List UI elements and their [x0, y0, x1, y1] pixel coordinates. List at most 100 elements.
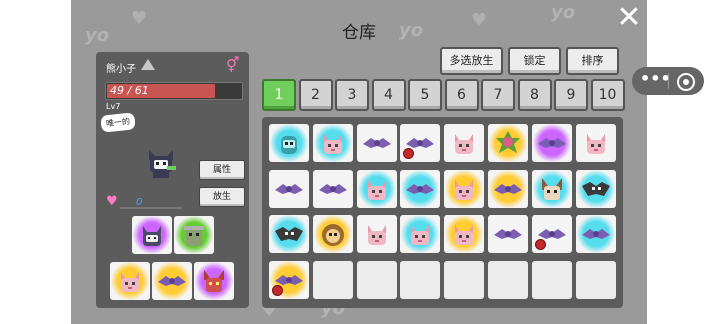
multi-release-button[interactable]: 多选放生	[440, 47, 503, 75]
hp-text: 49 / 61	[110, 84, 149, 97]
storage-slot[interactable]	[444, 124, 485, 162]
tab-8[interactable]: 8	[517, 79, 552, 111]
bat-pet-icon	[273, 174, 305, 204]
bat-pet-icon	[317, 174, 349, 204]
storage-slot[interactable]	[400, 169, 441, 208]
storage-slot[interactable]	[269, 124, 309, 162]
sort-button[interactable]: 排序	[566, 47, 619, 75]
cat-pet-icon	[136, 220, 168, 250]
attributes-button[interactable]: 属性	[199, 160, 245, 180]
hp-bar: 49 / 61	[105, 82, 243, 100]
fox-pet-icon	[448, 219, 480, 249]
fox-pet-icon	[404, 219, 436, 249]
party-slot[interactable]	[110, 262, 150, 300]
held-item-icon	[272, 284, 283, 296]
storage-slot[interactable]	[575, 169, 616, 208]
storage-slot[interactable]	[400, 124, 441, 162]
tab-9[interactable]: 9	[554, 79, 588, 111]
storage-slot[interactable]	[269, 260, 309, 299]
close-icon[interactable]: ✕	[615, 3, 643, 33]
window-title: 仓库	[342, 23, 376, 43]
storage-empty-slot[interactable]	[444, 260, 485, 299]
storage-slot[interactable]	[531, 169, 572, 208]
storage-slot[interactable]	[488, 169, 528, 208]
tab-4[interactable]: 4	[371, 79, 406, 111]
tab-7[interactable]: 7	[481, 79, 515, 111]
monkey-pet-icon	[317, 219, 349, 249]
party-slot[interactable]	[174, 216, 214, 254]
tab-6[interactable]: 6	[444, 79, 479, 111]
bat-pet-icon	[580, 219, 612, 249]
flower-pet-icon	[492, 128, 524, 158]
heart-icon: ♥	[106, 194, 118, 209]
storage-empty-slot[interactable]	[531, 260, 572, 299]
storage-empty-slot[interactable]	[400, 260, 441, 299]
storage-slot[interactable]	[400, 215, 441, 253]
capsule-divider	[668, 73, 669, 89]
pet-level: Lv7	[106, 102, 121, 111]
storage-slot[interactable]	[269, 169, 309, 208]
pet-detail-panel: 熊小子 ⚥ 49 / 61 Lv7 唯一的 属性 放生 ♥ 0	[96, 52, 249, 308]
mini-capsule: •••	[632, 67, 704, 95]
tab-5[interactable]: 5	[408, 79, 442, 111]
fox-pet-icon	[448, 174, 480, 204]
storage-slot[interactable]	[312, 215, 353, 253]
bat-pet-icon	[156, 266, 188, 296]
storage-empty-slot[interactable]	[356, 260, 397, 299]
bat-pet-icon	[536, 128, 568, 158]
pet-name: 熊小子	[106, 64, 136, 75]
imp-pet-icon	[198, 266, 230, 296]
storage-slot[interactable]	[575, 215, 616, 253]
storage-slot[interactable]	[531, 215, 572, 253]
affection-track	[120, 207, 182, 209]
storage-slot[interactable]	[531, 124, 572, 162]
frog-pet-icon	[273, 128, 305, 158]
dog-pet-icon	[536, 174, 568, 204]
storage-slot[interactable]	[488, 124, 528, 162]
storage-slot[interactable]	[356, 215, 397, 253]
bat-pet-icon	[492, 174, 524, 204]
rank-triangle-icon	[141, 59, 155, 70]
storage-panel	[262, 117, 623, 308]
pet-portrait	[141, 144, 181, 182]
bat-pet-icon	[404, 174, 436, 204]
storage-empty-slot[interactable]	[312, 260, 353, 299]
unique-badge: 唯一的	[100, 112, 136, 133]
party-slot[interactable]	[194, 262, 234, 300]
tab-2[interactable]: 2	[298, 79, 333, 111]
fox-pet-icon	[448, 128, 480, 158]
fox-pet-icon	[580, 128, 612, 158]
female-icon: ⚥	[226, 56, 240, 74]
fox-pet-icon	[114, 266, 146, 296]
fox-pet-icon	[361, 219, 393, 249]
target-icon[interactable]	[677, 73, 695, 91]
storage-slot[interactable]	[444, 169, 485, 208]
release-button[interactable]: 放生	[199, 187, 245, 207]
storage-slot[interactable]	[356, 124, 397, 162]
storage-slot[interactable]	[312, 124, 353, 162]
storage-slot[interactable]	[575, 124, 616, 162]
storage-slot[interactable]	[312, 169, 353, 208]
lock-button[interactable]: 锁定	[508, 47, 561, 75]
darkbat-pet-icon	[273, 219, 305, 249]
party-slot[interactable]	[132, 216, 172, 254]
storage-slot[interactable]	[444, 215, 485, 253]
goblin-pet-icon	[178, 220, 210, 250]
darkbat-pet-icon	[580, 174, 612, 204]
storage-slot[interactable]	[356, 169, 397, 208]
tab-3[interactable]: 3	[335, 79, 369, 111]
held-item-icon	[534, 239, 546, 250]
party-slot[interactable]	[152, 262, 192, 300]
fox-pet-icon	[361, 174, 393, 204]
fox-pet-icon	[317, 128, 349, 158]
storage-empty-slot[interactable]	[575, 260, 616, 299]
tab-1[interactable]: 1	[262, 79, 296, 111]
storage-slot[interactable]	[269, 215, 309, 253]
warehouse-screen: yo yo yo yo yo ♥ ♥ ♥ 仓库 ✕ 多选放生 锁定 排序 123…	[71, 0, 647, 324]
bat-pet-icon	[361, 128, 393, 158]
more-icon[interactable]: •••	[640, 67, 671, 95]
tab-10[interactable]: 10	[590, 79, 625, 111]
storage-slot[interactable]	[488, 215, 528, 253]
bat-pet-icon	[492, 219, 524, 249]
storage-empty-slot[interactable]	[488, 260, 528, 299]
